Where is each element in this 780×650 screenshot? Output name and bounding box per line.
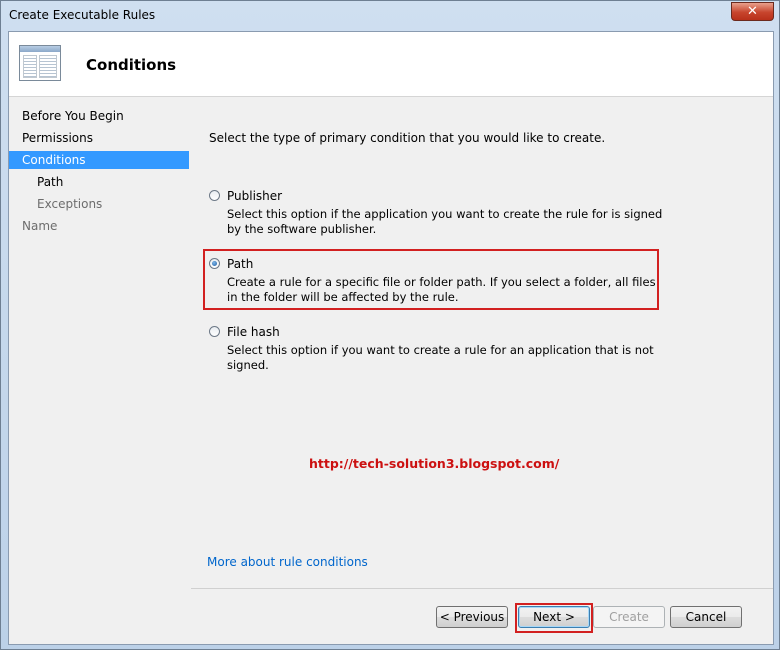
path-label[interactable]: Path (227, 257, 253, 271)
step-exceptions: Exceptions (37, 197, 103, 211)
intro-text: Select the type of primary condition tha… (209, 131, 606, 145)
publisher-description: Select this option if the application yo… (227, 207, 663, 236)
option-publisher[interactable]: Publisher Select this option if the appl… (209, 189, 664, 239)
path-radio[interactable] (209, 258, 220, 269)
create-button: Create (593, 606, 665, 628)
close-icon: ✕ (747, 4, 758, 19)
wizard-content: Select the type of primary condition tha… (191, 97, 773, 576)
step-path[interactable]: Path (9, 173, 189, 191)
watermark-url: http://tech-solution3.blogspot.com/ (309, 456, 560, 471)
publisher-label[interactable]: Publisher (227, 189, 282, 203)
next-button[interactable]: Next > (518, 606, 590, 628)
file-hash-label[interactable]: File hash (227, 325, 280, 339)
close-button[interactable]: ✕ (731, 2, 774, 21)
file-hash-description: Select this option if you want to create… (227, 343, 654, 372)
publisher-radio[interactable] (209, 190, 220, 201)
dialog-client-area: Conditions Before You Begin Permissions … (8, 31, 774, 645)
option-path[interactable]: Path Create a rule for a specific file o… (209, 257, 664, 307)
step-name: Name (22, 219, 58, 233)
cancel-button[interactable]: Cancel (670, 606, 742, 628)
path-description: Create a rule for a specific file or fol… (227, 275, 656, 304)
step-conditions[interactable]: Conditions (9, 151, 189, 169)
more-about-rule-conditions-link[interactable]: More about rule conditions (207, 555, 368, 569)
window-title: Create Executable Rules (9, 8, 156, 22)
step-permissions[interactable]: Permissions (9, 129, 189, 147)
wizard-header: Conditions (9, 32, 773, 97)
file-hash-radio[interactable] (209, 326, 220, 337)
dialog-window: Create Executable Rules ✕ Conditions Bef… (0, 0, 780, 650)
page-title: Conditions (86, 56, 177, 74)
wizard-page-icon (19, 45, 61, 81)
option-file-hash[interactable]: File hash Select this option if you want… (209, 325, 664, 372)
previous-button[interactable]: < Previous (436, 606, 508, 628)
title-bar[interactable]: Create Executable Rules ✕ (1, 1, 779, 31)
step-before-you-begin[interactable]: Before You Begin (9, 107, 189, 125)
wizard-footer: < Previous Next > Create Cancel (191, 588, 773, 645)
wizard-step-list: Before You Begin Permissions Conditions … (9, 97, 191, 644)
